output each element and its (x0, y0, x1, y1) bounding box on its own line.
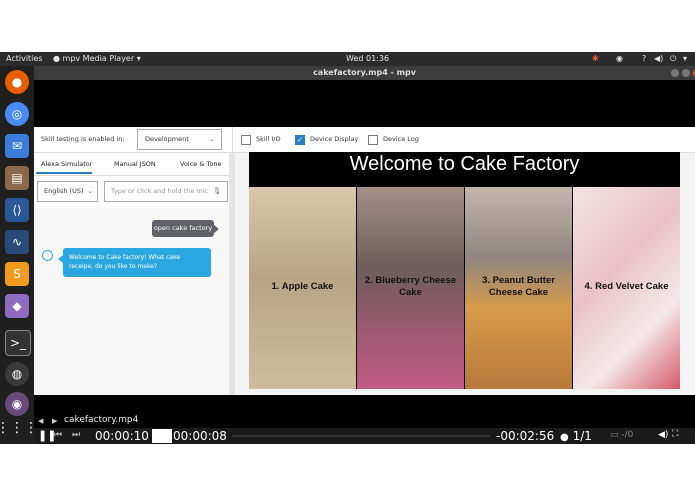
conversation-area: open cake factory Welcome to Cake factor… (34, 208, 229, 395)
wireshark-icon[interactable]: ∿ (5, 230, 29, 254)
extension-icon[interactable]: ✱ (592, 54, 599, 63)
volume-icon[interactable]: ◀) (654, 54, 663, 63)
minimize-button[interactable] (671, 69, 679, 77)
stage-select[interactable]: Development ⌄ (137, 129, 222, 150)
utterance-placeholder: Type or click and hold the mic (111, 187, 209, 195)
active-tab-indicator (36, 172, 92, 174)
cache-time: 00:00:08 (173, 429, 227, 443)
alexa-message-bubble: Welcome to Cake factory! What cake recei… (63, 248, 211, 277)
playlist-prev-icon[interactable]: ◀ (38, 417, 43, 425)
thunderbird-icon[interactable]: ✉ (5, 134, 29, 158)
firefox-icon[interactable]: ● (5, 70, 29, 94)
alexa-ring-icon (42, 250, 53, 261)
card-label: 1. Apple Cake (271, 281, 334, 292)
microphone-icon[interactable]: 🎙 (213, 182, 221, 201)
postman-icon[interactable]: ◆ (5, 294, 29, 318)
playlist-count: 1/1 (572, 429, 592, 443)
device-display: Welcome to Cake Factory 1. Apple Cake 2.… (249, 152, 680, 389)
skip-back-icon[interactable]: ⏮ (54, 430, 62, 440)
app-menu[interactable]: ● mpv Media Player ▾ (53, 54, 141, 63)
app-menu-label: mpv Media Player (62, 54, 135, 63)
card-peanut-butter-cheese-cake[interactable]: 3. Peanut Butter Cheese Cake (465, 187, 572, 389)
skill-testing-label: Skill testing is enabled in: (41, 135, 125, 143)
obs-icon[interactable]: ◍ (5, 362, 29, 386)
subtitle-value: -/0 (621, 430, 634, 440)
card-label: 3. Peanut Butter Cheese Cake (482, 275, 555, 298)
skip-forward-icon[interactable]: ⏭ (72, 430, 80, 440)
fullscreen-icon[interactable]: ⛶ (672, 429, 678, 439)
card-label: 4. Red Velvet Cake (584, 281, 669, 292)
skill-io-label: Skill I/O (256, 135, 281, 143)
card-red-velvet-cake[interactable]: 4. Red Velvet Cake (573, 187, 680, 389)
card-blueberry-cheese-cake[interactable]: 2. Blueberry Cheese Cake (357, 187, 464, 389)
chevron-down-icon: ⌄ (209, 135, 215, 143)
playlist-position[interactable]: ● 1/1 (560, 429, 592, 443)
show-applications-icon[interactable]: ⋮⋮⋮ (0, 416, 38, 440)
volume-icon[interactable]: ◀) (658, 430, 668, 440)
device-display-checkbox[interactable]: ✓ (295, 135, 305, 145)
subtitle-icon: ▭ (610, 430, 619, 440)
card-label: 2. Blueberry Cheese Cake (364, 275, 457, 298)
clock[interactable]: Wed 01:36 (346, 54, 389, 63)
playlist-next-icon[interactable]: ▶ (52, 417, 57, 425)
window-titlebar: cakefactory.mp4 - mpv (34, 66, 695, 80)
chromium-icon[interactable]: ◎ (5, 102, 29, 126)
chat-bubble-icon: ● (560, 432, 569, 443)
remaining-time[interactable]: -00:02:56 (496, 429, 554, 443)
tab-alexa-simulator[interactable]: Alexa Simulator (41, 160, 92, 168)
panel-divider[interactable] (229, 153, 235, 395)
mpv-icon[interactable]: ◉ (5, 392, 29, 416)
locale-value: English (US) (44, 187, 84, 195)
help-icon[interactable]: ? (642, 54, 646, 63)
chrome-indicator-icon[interactable]: ◉ (616, 54, 623, 63)
user-message-text: open cake factory (153, 224, 213, 232)
terminal-icon[interactable]: >_ (5, 330, 31, 356)
card-apple-cake[interactable]: 1. Apple Cake (249, 187, 356, 389)
filename: cakefactory.mp4 (64, 415, 139, 425)
mpv-controls: ◀ ▶ cakefactory.mp4 ❚❚ ⏮ ⏭ 00:00:10 00:0… (34, 395, 695, 444)
seek-position[interactable] (152, 429, 172, 443)
chevron-down-icon: ⌄ (87, 187, 93, 195)
seekbar[interactable] (232, 435, 490, 437)
maximize-button[interactable] (682, 69, 690, 77)
device-log-label: Device Log (383, 135, 419, 143)
simulator-panel: Alexa Simulator Manual JSON Voice & Tone… (34, 153, 229, 395)
user-message-bubble: open cake factory (152, 220, 214, 237)
window-title: cakefactory.mp4 - mpv (313, 68, 416, 77)
vscode-icon[interactable]: ⟨⟩ (5, 198, 29, 222)
system-menu-arrow-icon[interactable]: ▾ (683, 54, 687, 63)
dock: ● ◎ ✉ ▤ ⟨⟩ ∿ S ◆ >_ ◍ ◉ ⋮⋮⋮ (0, 66, 38, 444)
tab-manual-json[interactable]: Manual JSON (114, 160, 156, 168)
console-header: Skill testing is enabled in: Development… (34, 127, 695, 153)
device-log-checkbox[interactable] (368, 135, 378, 145)
files-icon[interactable]: ▤ (5, 166, 29, 190)
locale-select[interactable]: English (US) ⌄ (37, 181, 98, 202)
utterance-input[interactable]: Type or click and hold the mic 🎙 (104, 181, 228, 202)
power-icon[interactable]: ⏻ (670, 54, 676, 64)
device-display-label: Device Display (310, 135, 359, 143)
tab-voice-tone[interactable]: Voice & Tone (180, 160, 221, 168)
alexa-console: Skill testing is enabled in: Development… (34, 127, 695, 395)
subtitle-track[interactable]: ▭ -/0 (610, 430, 633, 440)
display-title: Welcome to Cake Factory (349, 153, 580, 175)
current-time[interactable]: 00:00:10 (95, 429, 149, 443)
top-panel: Activities ● mpv Media Player ▾ Wed 01:3… (0, 52, 695, 66)
activities-button[interactable]: Activities (6, 54, 43, 63)
sublime-text-icon[interactable]: S (5, 262, 29, 286)
stage-select-value: Development (145, 135, 189, 143)
tab-bar: Alexa Simulator Manual JSON Voice & Tone (34, 153, 229, 176)
alexa-message-text: Welcome to Cake factory! What cake recei… (69, 254, 181, 270)
user-bubble-tail (214, 225, 219, 233)
seekbar-row: ❚❚ ⏮ ⏭ 00:00:10 00:00:08 -00:02:56 ● 1/1… (34, 428, 695, 444)
skill-io-checkbox[interactable] (241, 135, 251, 145)
alexa-bubble-tail (58, 255, 63, 263)
